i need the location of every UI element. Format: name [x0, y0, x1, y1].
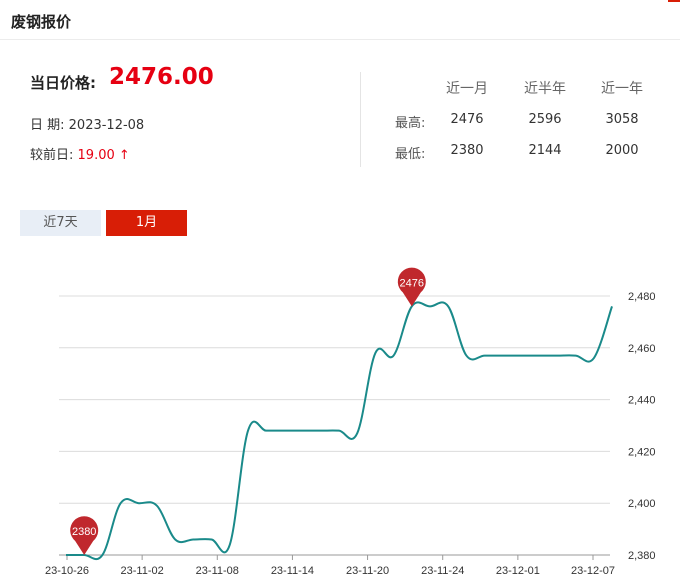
stats-col-year: 近一年 — [601, 81, 643, 97]
tab-1-month[interactable]: 1月 — [106, 210, 187, 236]
stats-col-half-year: 近半年 — [524, 81, 566, 97]
page-title: 废钢报价 — [11, 13, 72, 31]
x-tick-label: 23-11-08 — [196, 565, 239, 577]
stats-low-half-year: 2144 — [528, 143, 562, 158]
price-line-chart: 2,380 2,400 2,420 2,440 2,460 2,480 23-10-26 23… — [0, 250, 680, 579]
x-tick-label: 23-10-26 — [45, 565, 89, 577]
page-header: 废钢报价 — [0, 0, 680, 40]
price-change-label: 较前日: — [30, 148, 74, 163]
chart-svg: 2,380 2,400 2,420 2,440 2,460 2,480 23-10-26 23… — [45, 267, 656, 577]
stats-col-month: 近一月 — [446, 81, 488, 97]
x-tick-label: 23-11-02 — [121, 565, 164, 577]
stats-row-low-label: 最低: — [395, 147, 426, 162]
y-tick-label: 2,400 — [628, 498, 656, 510]
y-tick-label: 2,380 — [628, 550, 656, 562]
price-change-line: 较前日: 19.00 ↑ — [30, 144, 130, 163]
x-tick-label: 23-12-01 — [496, 565, 540, 577]
x-tick-label: 23-11-20 — [346, 565, 389, 577]
stats-low-month: 2380 — [450, 143, 484, 158]
x-tick-label: 23-12-07 — [571, 565, 615, 577]
price-date-label: 日 期: — [30, 118, 65, 133]
pin-marker-label: 2476 — [400, 277, 424, 289]
y-tick-label: 2,420 — [628, 446, 656, 458]
stats-low-year: 2000 — [605, 143, 639, 158]
x-tick-label: 23-11-24 — [421, 565, 464, 577]
price-date-value: 2023-12-08 — [68, 118, 145, 133]
y-tick-label: 2,440 — [628, 395, 656, 407]
x-tick-label: 23-11-14 — [271, 565, 314, 577]
stats-high-half-year: 2596 — [528, 112, 562, 127]
price-date-line: 日 期: 2023-12-08 — [30, 114, 144, 133]
tab-7-days[interactable]: 近7天 — [20, 210, 101, 236]
vertical-divider — [360, 72, 361, 167]
stats-high-month: 2476 — [450, 112, 484, 127]
current-price-label: 当日价格: — [30, 74, 96, 92]
current-price-value: 2476.00 — [109, 64, 214, 90]
price-change-value: 19.00 ↑ — [77, 148, 130, 163]
stats-row-high-label: 最高: — [395, 116, 426, 131]
header-accent-bar — [668, 0, 680, 2]
pin-marker-label: 2380 — [72, 526, 96, 538]
price-series-line — [66, 301, 613, 561]
y-tick-label: 2,480 — [628, 291, 656, 303]
y-tick-label: 2,460 — [628, 343, 656, 355]
stats-high-year: 3058 — [605, 112, 639, 127]
